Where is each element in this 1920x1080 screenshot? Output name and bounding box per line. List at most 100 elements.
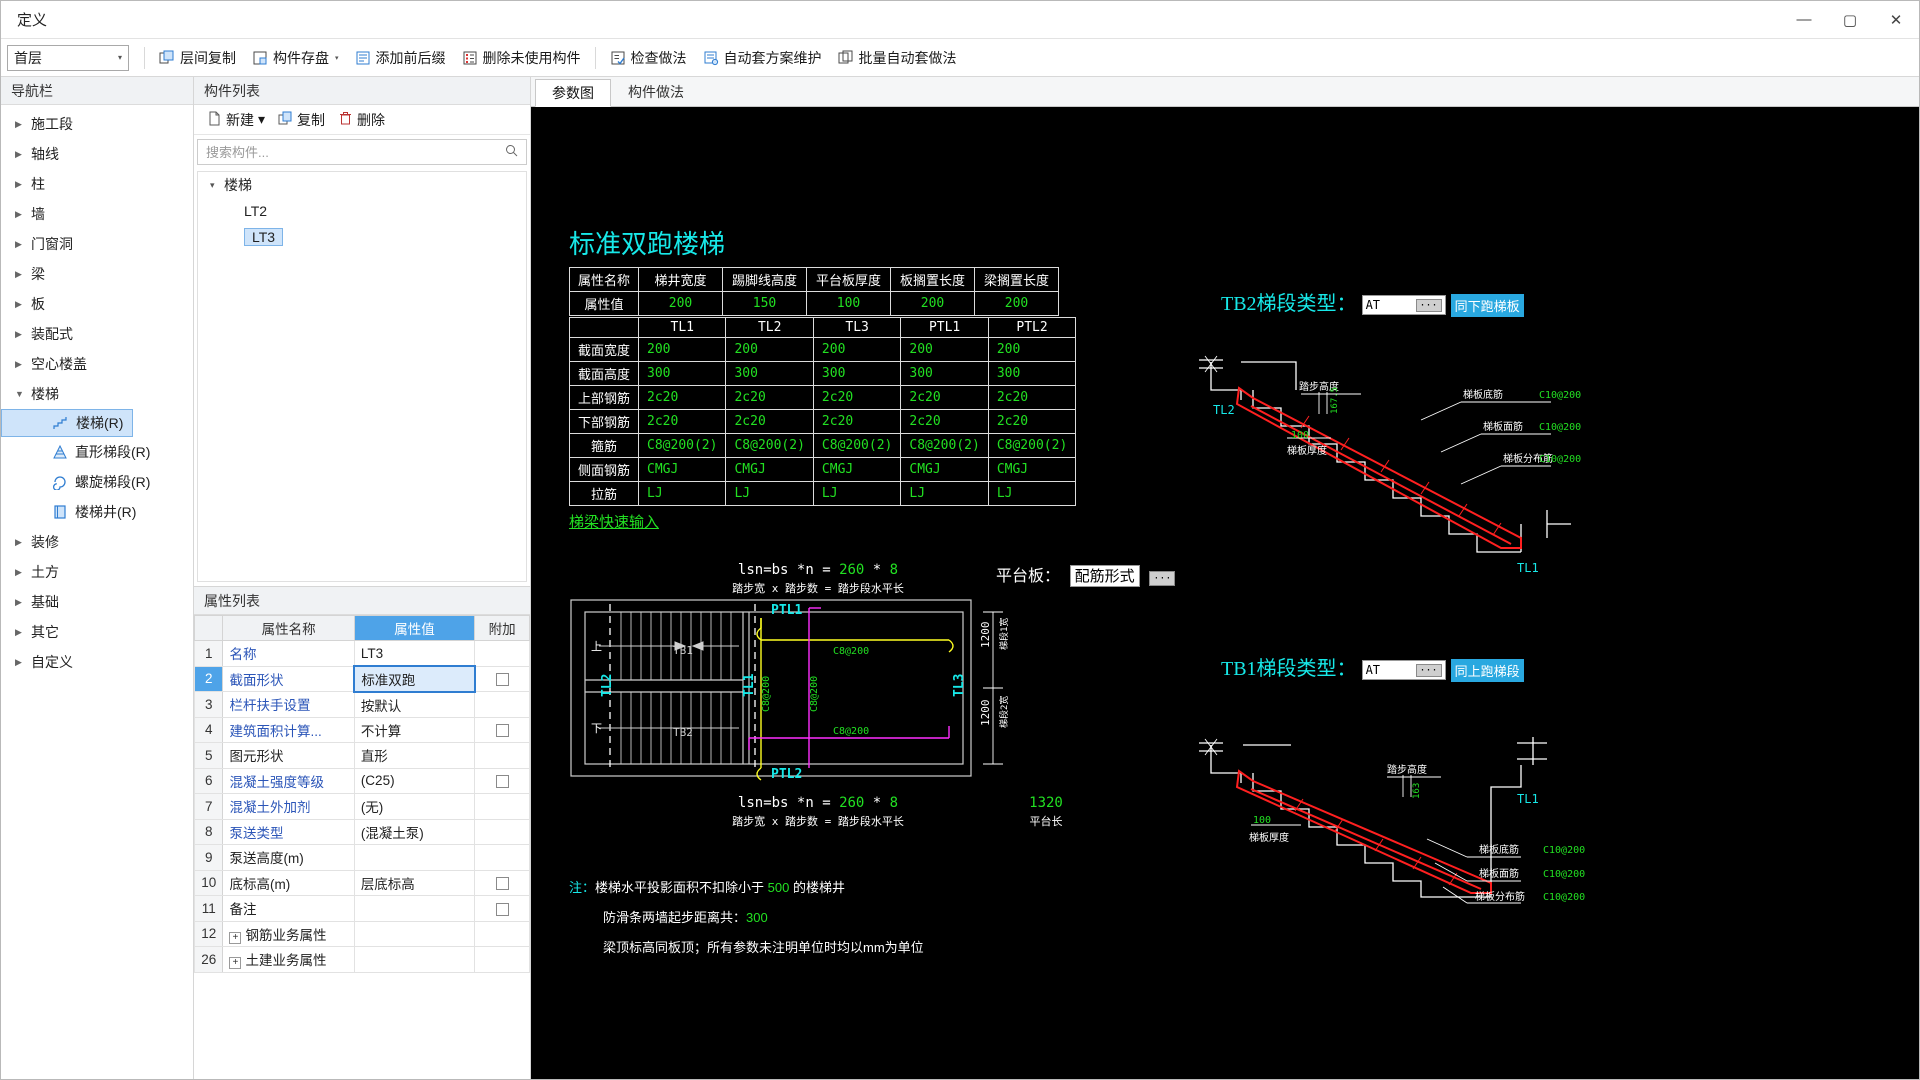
row-value[interactable]: 直形 bbox=[353, 742, 476, 769]
sidebar-item-door-window-opening[interactable]: ▶ 门窗洞 bbox=[1, 229, 193, 259]
quick-beam-input-link[interactable]: 梯梁快速输入 bbox=[569, 511, 659, 532]
check-method-button[interactable]: 检查做法 bbox=[603, 44, 694, 72]
sidebar-item-earthwork[interactable]: ▶ 土方 bbox=[1, 557, 193, 587]
tb2-same-as-lower-button[interactable]: 同下跑梯板 bbox=[1450, 293, 1524, 317]
sidebar-item-hollow-floor[interactable]: ▶ 空心楼盖 bbox=[1, 349, 193, 379]
sidebar-item-beam[interactable]: ▶ 梁 bbox=[1, 259, 193, 289]
row-attach[interactable] bbox=[474, 844, 530, 871]
sidebar-item-slab[interactable]: ▶ 板 bbox=[1, 289, 193, 319]
param-value-1[interactable]: 150 bbox=[722, 291, 808, 316]
tb1-type-more-button[interactable]: ··· bbox=[1415, 663, 1442, 677]
beam-cell[interactable]: 200 bbox=[725, 337, 814, 362]
table-row[interactable]: 11 备注 bbox=[194, 895, 530, 922]
row-name[interactable]: + 钢筋业务属性 bbox=[222, 920, 355, 947]
table-row[interactable]: 3 栏杆扶手设置 按默认 bbox=[194, 691, 530, 718]
beam-cell[interactable]: 2c20 bbox=[900, 385, 989, 410]
checkbox[interactable] bbox=[495, 775, 509, 789]
batch-auto-method-button[interactable]: 批量自动套做法 bbox=[831, 44, 964, 72]
beam-cell[interactable]: LJ bbox=[725, 481, 814, 506]
beam-cell[interactable]: 200 bbox=[812, 337, 902, 362]
row-attach[interactable] bbox=[474, 793, 530, 820]
row-value[interactable]: LT3 bbox=[353, 640, 476, 667]
beam-cell[interactable]: LJ bbox=[812, 481, 902, 506]
row-attach[interactable] bbox=[474, 818, 530, 845]
beam-cell[interactable]: C8@200(2) bbox=[900, 433, 989, 458]
row-value[interactable]: (无) bbox=[353, 793, 476, 820]
table-row[interactable]: 12 + 钢筋业务属性 bbox=[194, 920, 530, 947]
floor-selector[interactable]: 首层 ▾ bbox=[7, 44, 129, 71]
new-button[interactable]: 新建 ▾ bbox=[202, 108, 270, 132]
dim-value-1-bottom[interactable]: 260 bbox=[839, 795, 864, 811]
expand-icon[interactable]: + bbox=[229, 957, 242, 970]
row-value[interactable]: (C25) bbox=[353, 767, 476, 794]
sidebar-item-wall[interactable]: ▶ 墙 bbox=[1, 199, 193, 229]
row-attach[interactable] bbox=[474, 665, 530, 692]
beam-cell[interactable]: 200 bbox=[987, 337, 1077, 362]
row-value[interactable]: 不计算 bbox=[353, 716, 476, 743]
beam-cell[interactable]: LJ bbox=[987, 481, 1077, 506]
row-value[interactable] bbox=[353, 946, 476, 973]
beam-cell[interactable]: C8@200(2) bbox=[638, 433, 727, 458]
row-attach[interactable] bbox=[474, 895, 530, 922]
search-input[interactable] bbox=[206, 144, 505, 160]
tb1-same-as-upper-button[interactable]: 同上跑梯段 bbox=[1450, 658, 1524, 682]
row-attach[interactable] bbox=[474, 767, 530, 794]
tb1-type-input[interactable]: AT ··· bbox=[1361, 660, 1446, 681]
expand-icon[interactable]: + bbox=[229, 931, 242, 944]
row-attach[interactable] bbox=[474, 691, 530, 718]
sidebar-item-spiral-flight-r[interactable]: 螺旋梯段(R) bbox=[1, 467, 193, 497]
beam-cell[interactable]: CMGJ bbox=[987, 457, 1077, 482]
row-value[interactable] bbox=[353, 895, 476, 922]
component-group-stair[interactable]: ▾ 楼梯 bbox=[198, 172, 526, 198]
copy-button[interactable]: 复制 bbox=[273, 108, 330, 132]
beam-cell[interactable]: 2c20 bbox=[638, 385, 727, 410]
dim-value-1[interactable]: 260 bbox=[839, 562, 864, 578]
sidebar-item-stair-r[interactable]: 楼梯(R) bbox=[1, 409, 133, 437]
beam-cell[interactable]: 300 bbox=[900, 361, 989, 386]
row-attach[interactable] bbox=[474, 946, 530, 973]
beam-cell[interactable]: 2c20 bbox=[812, 385, 902, 410]
row-name[interactable]: + 土建业务属性 bbox=[222, 946, 355, 973]
beam-cell[interactable]: C8@200(2) bbox=[987, 433, 1077, 458]
row-attach[interactable] bbox=[474, 920, 530, 947]
beam-cell[interactable]: C8@200(2) bbox=[725, 433, 814, 458]
row-value[interactable]: 按默认 bbox=[353, 691, 476, 718]
beam-cell[interactable]: 200 bbox=[900, 337, 989, 362]
table-row[interactable]: 7 混凝土外加剂 (无) bbox=[194, 793, 530, 820]
auto-plan-maintenance-button[interactable]: 自动套方案维护 bbox=[696, 44, 829, 72]
row-value[interactable]: 层底标高 bbox=[353, 869, 476, 896]
copy-between-floors-button[interactable]: 层间复制 bbox=[152, 44, 243, 72]
sidebar-item-decoration[interactable]: ▶ 装修 bbox=[1, 527, 193, 557]
param-value-3[interactable]: 200 bbox=[890, 291, 976, 316]
beam-cell[interactable]: 2c20 bbox=[812, 409, 902, 434]
platform-board-input[interactable]: 配筋形式 bbox=[1069, 564, 1140, 587]
beam-cell[interactable]: LJ bbox=[900, 481, 989, 506]
checkbox[interactable] bbox=[495, 902, 509, 916]
table-row[interactable]: 5 图元形状 直形 bbox=[194, 742, 530, 769]
beam-cell[interactable]: CMGJ bbox=[900, 457, 989, 482]
beam-cell[interactable]: 300 bbox=[638, 361, 727, 386]
tb2-type-input[interactable]: AT ··· bbox=[1361, 295, 1446, 316]
minimize-icon[interactable]: — bbox=[1781, 1, 1827, 39]
sidebar-item-axis[interactable]: ▶ 轴线 bbox=[1, 139, 193, 169]
beam-cell[interactable]: 2c20 bbox=[900, 409, 989, 434]
beam-cell[interactable]: CMGJ bbox=[812, 457, 902, 482]
delete-button[interactable]: 删除 bbox=[333, 108, 390, 132]
beam-cell[interactable]: 2c20 bbox=[725, 385, 814, 410]
table-row[interactable]: 26 + 土建业务属性 bbox=[194, 946, 530, 973]
sidebar-item-prefabricated[interactable]: ▶ 装配式 bbox=[1, 319, 193, 349]
beam-cell[interactable]: C8@200(2) bbox=[812, 433, 902, 458]
row-value[interactable] bbox=[353, 920, 476, 947]
table-row[interactable]: 4 建筑面积计算... 不计算 bbox=[194, 716, 530, 743]
sidebar-item-stairwell-r[interactable]: 楼梯井(R) bbox=[1, 497, 193, 527]
sidebar-item-stair[interactable]: ▼ 楼梯 bbox=[1, 379, 193, 409]
beam-cell[interactable]: 300 bbox=[812, 361, 902, 386]
tb2-type-more-button[interactable]: ··· bbox=[1415, 298, 1442, 312]
param-value-0[interactable]: 200 bbox=[638, 291, 724, 316]
platform-board-more-button[interactable]: ··· bbox=[1149, 571, 1176, 586]
row-attach[interactable] bbox=[474, 716, 530, 743]
beam-cell[interactable]: 300 bbox=[725, 361, 814, 386]
sidebar-item-custom[interactable]: ▶ 自定义 bbox=[1, 647, 193, 677]
cad-canvas[interactable]: 标准双跑楼梯 属性名称 梯井宽度 踢脚线高度 平台板厚度 板搁置长度 梁搁置长度 bbox=[531, 107, 1919, 1079]
beam-cell[interactable]: CMGJ bbox=[638, 457, 727, 482]
